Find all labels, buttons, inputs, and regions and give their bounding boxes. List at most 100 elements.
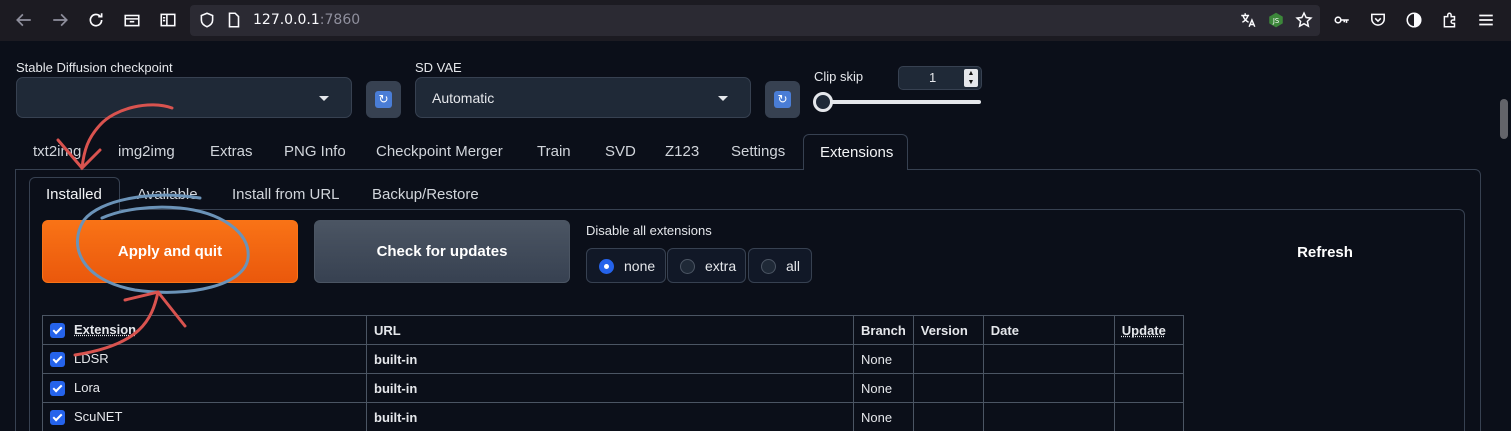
tab-z123[interactable]: Z123 (665, 143, 699, 160)
clip-skip-label: Clip skip (814, 69, 863, 84)
spinner-arrows-icon[interactable]: ▲ ▼ (964, 69, 978, 87)
extension-name: ScuNET (74, 409, 122, 424)
svg-text:JS: JS (1272, 17, 1279, 25)
header-extension[interactable]: Extension (43, 316, 367, 345)
extension-name: Lora (74, 380, 100, 395)
chevron-down-icon (319, 96, 329, 101)
header-branch: Branch (854, 316, 914, 345)
checkpoint-dropdown[interactable] (16, 77, 352, 118)
vae-refresh-button[interactable]: ↻ (765, 81, 800, 118)
tab-extras[interactable]: Extras (210, 143, 253, 160)
scrollbar-thumb[interactable] (1500, 99, 1508, 139)
update-cell (1114, 345, 1183, 374)
date-cell (983, 374, 1114, 403)
radio-unchecked-icon (761, 259, 776, 274)
version-cell (913, 403, 983, 431)
extension-checkbox[interactable] (50, 352, 65, 367)
version-cell (913, 345, 983, 374)
header-date: Date (983, 316, 1114, 345)
tab-checkpoint-merger[interactable]: Checkpoint Merger (376, 143, 503, 160)
version-cell (913, 374, 983, 403)
date-cell (983, 403, 1114, 431)
date-cell (983, 345, 1114, 374)
chevron-down-icon (718, 96, 728, 101)
radio-checked-icon (599, 259, 614, 274)
url-cell: built-in (367, 345, 854, 374)
shield-icon[interactable] (195, 8, 219, 32)
radio-all-label: all (786, 258, 800, 274)
extensions-table: Extension URL Branch Version Date Update… (42, 315, 1184, 431)
checkpoint-label: Stable Diffusion checkpoint (16, 60, 173, 75)
header-extension-label: Extension (74, 322, 136, 337)
update-cell (1114, 374, 1183, 403)
refresh-icon: ↻ (774, 91, 791, 108)
radio-none-label: none (624, 258, 655, 274)
clip-skip-input[interactable]: 1 ▲ ▼ (898, 66, 982, 90)
bookmark-star-icon[interactable] (1292, 8, 1316, 32)
extension-cell: LDSR (43, 345, 367, 374)
url-cell: built-in (367, 374, 854, 403)
branch-cell: None (854, 345, 914, 374)
vae-value: Automatic (432, 90, 494, 106)
extension-cell: Lora (43, 374, 367, 403)
tab-txt2img[interactable]: txt2img (33, 143, 81, 160)
radio-unchecked-icon (680, 259, 695, 274)
vae-label: SD VAE (415, 60, 462, 75)
select-all-checkbox[interactable] (50, 323, 65, 338)
account-icon[interactable] (1402, 8, 1426, 32)
table-row: LDSR built-in None (43, 345, 1184, 374)
refresh-icon: ↻ (375, 91, 392, 108)
check-for-updates-button[interactable]: Check for updates (314, 220, 570, 283)
radio-extra-label: extra (705, 258, 736, 274)
menu-icon[interactable] (1474, 8, 1498, 32)
clip-skip-slider-thumb[interactable] (813, 92, 833, 112)
forward-icon[interactable] (48, 8, 72, 32)
header-update-label: Update (1122, 323, 1166, 338)
header-url: URL (367, 316, 854, 345)
tab-train[interactable]: Train (537, 143, 571, 160)
extension-name: LDSR (74, 351, 109, 366)
subtab-installed[interactable]: Installed (29, 177, 120, 211)
vae-dropdown[interactable]: Automatic (415, 77, 751, 118)
radio-extra[interactable]: extra (667, 248, 746, 283)
subtab-installed-label: Installed (46, 186, 102, 203)
checkpoint-refresh-button[interactable]: ↻ (366, 81, 401, 118)
subtab-install-from-url[interactable]: Install from URL (232, 186, 340, 203)
url-text: 127.0.0.1:7860 (253, 12, 360, 28)
tab-img2img[interactable]: img2img (118, 143, 175, 160)
tab-png-info[interactable]: PNG Info (284, 143, 346, 160)
apply-and-quit-button[interactable]: Apply and quit (42, 220, 298, 283)
disable-extensions-label: Disable all extensions (586, 223, 712, 238)
url-cell: built-in (367, 403, 854, 431)
translate-icon[interactable] (1236, 8, 1260, 32)
table-row: Lora built-in None (43, 374, 1184, 403)
tab-extensions-label: Extensions (820, 144, 893, 161)
extension-checkbox[interactable] (50, 381, 65, 396)
browser-toolbar: 127.0.0.1:7860 JS (0, 0, 1511, 41)
pocket-icon[interactable] (1366, 8, 1390, 32)
header-version: Version (913, 316, 983, 345)
clip-skip-slider-track[interactable] (823, 100, 981, 104)
subtab-available[interactable]: Available (137, 186, 198, 203)
key-icon[interactable] (1330, 8, 1354, 32)
extension-checkbox[interactable] (50, 410, 65, 425)
sidebar-icon[interactable] (156, 8, 180, 32)
page-scrollbar[interactable] (1497, 41, 1511, 431)
tab-svd[interactable]: SVD (605, 143, 636, 160)
nodejs-extension-icon[interactable]: JS (1264, 8, 1288, 32)
table-header-row: Extension URL Branch Version Date Update (43, 316, 1184, 345)
tab-extensions[interactable]: Extensions (803, 134, 908, 170)
extensions-puzzle-icon[interactable] (1438, 8, 1462, 32)
reload-icon[interactable] (84, 8, 108, 32)
refresh-button[interactable]: Refresh (1200, 225, 1450, 279)
subtab-backup-restore[interactable]: Backup/Restore (372, 186, 479, 203)
tab-manager-icon[interactable] (120, 8, 144, 32)
table-row: ScuNET built-in None (43, 403, 1184, 431)
radio-all[interactable]: all (748, 248, 812, 283)
back-icon[interactable] (12, 8, 36, 32)
radio-none[interactable]: none (586, 248, 666, 283)
update-cell (1114, 403, 1183, 431)
tab-settings[interactable]: Settings (731, 143, 785, 160)
page-icon[interactable] (222, 8, 246, 32)
branch-cell: None (854, 374, 914, 403)
